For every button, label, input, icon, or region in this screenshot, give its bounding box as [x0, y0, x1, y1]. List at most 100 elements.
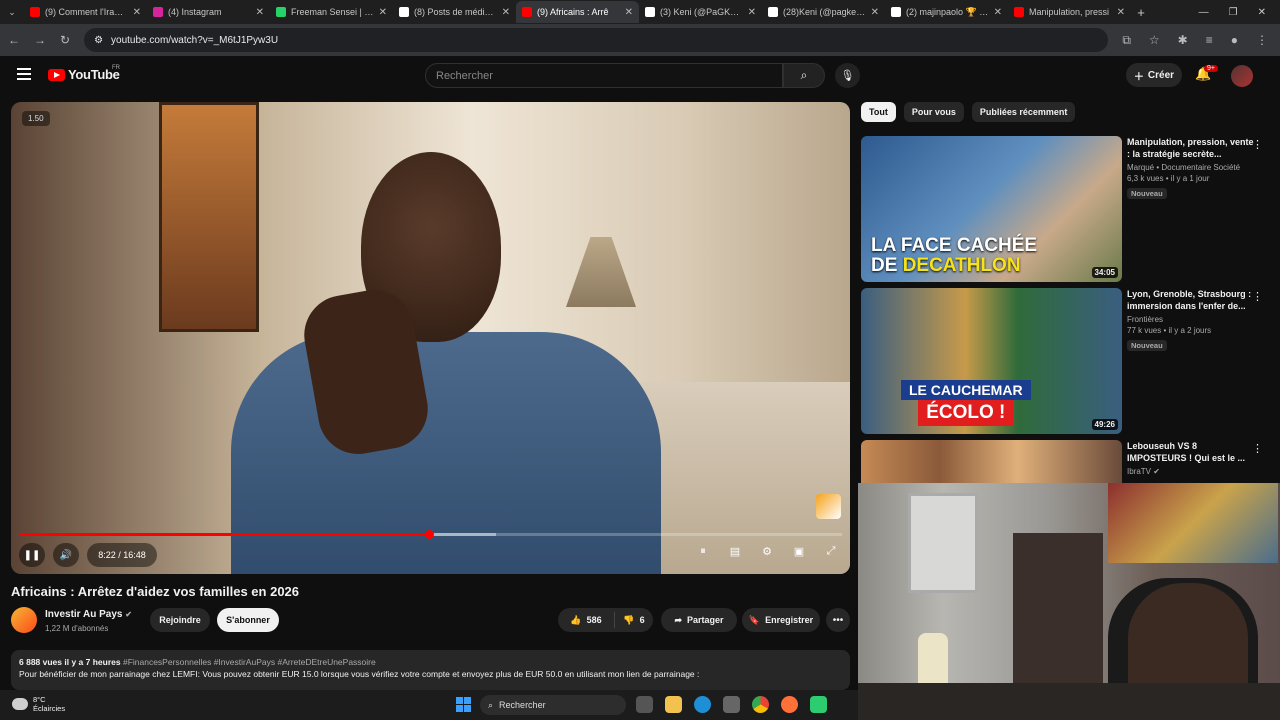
store-icon[interactable]: [723, 696, 740, 713]
tab-close-icon[interactable]: ✕: [994, 7, 1002, 18]
video-thumbnail[interactable]: [861, 440, 1122, 483]
recommendation-channel[interactable]: IbraTV ✔: [1127, 467, 1255, 476]
pause-button[interactable]: ❚❚: [19, 543, 45, 567]
browser-menu-icon[interactable]: ⋮: [1256, 33, 1268, 48]
new-tab-button[interactable]: +: [1131, 5, 1151, 20]
recommendation-title[interactable]: Manipulation, pression, vente : la strat…: [1127, 136, 1255, 160]
join-button[interactable]: Rejoindre: [150, 608, 210, 632]
create-button[interactable]: ＋ Créer: [1126, 63, 1182, 87]
recommendation-title[interactable]: Lebouseuh VS 8 IMPOSTEURS ! Qui est le .…: [1127, 440, 1255, 464]
restore-icon[interactable]: ❐: [1229, 7, 1238, 18]
browser-tab[interactable]: (28)Keni (@pagkeni) ✕: [762, 1, 885, 23]
recommendation-channel[interactable]: Frontières: [1127, 315, 1255, 324]
chip-for-you[interactable]: Pour vous: [903, 102, 964, 122]
recommendation-item[interactable]: LE CAUCHEMAR ÉCOLO ! 49:26 Lyon, Grenobl…: [861, 288, 1271, 434]
pause-icon: ❚❚: [23, 549, 41, 561]
tab-title: (3) Keni (@PaGKeni): [660, 7, 743, 17]
volume-button[interactable]: 🔊: [53, 543, 79, 567]
tab-search-icon[interactable]: ⌄: [0, 7, 24, 18]
thumbs-up-icon: 👍: [570, 614, 582, 625]
back-icon[interactable]: ←: [8, 33, 20, 47]
firefox-icon[interactable]: [781, 696, 798, 713]
youtube-logo[interactable]: YouTube: [48, 67, 120, 82]
recommendation-meta: 6,3 k vues • il y a 1 jour: [1127, 174, 1210, 183]
recommendation-item[interactable]: Lebouseuh VS 8 IMPOSTEURS ! Qui est le .…: [861, 440, 1271, 483]
fullscreen-icon[interactable]: ⤢: [822, 545, 840, 558]
recommendation-channel[interactable]: Marqué • Documentaire Société: [1127, 163, 1255, 172]
app-icon[interactable]: [810, 696, 827, 713]
account-avatar[interactable]: [1231, 65, 1253, 87]
more-vert-icon[interactable]: ⋮: [1252, 290, 1263, 303]
windows-start-icon[interactable]: [456, 697, 471, 712]
extensions-icon[interactable]: ✱: [1178, 33, 1188, 48]
tab-close-icon[interactable]: ✕: [748, 7, 756, 18]
menu-icon[interactable]: [17, 68, 31, 83]
tab-title: (9) Comment l'Iran et: [45, 7, 128, 17]
tab-close-icon[interactable]: ✕: [1117, 7, 1125, 18]
progress-bar[interactable]: [19, 530, 842, 539]
site-info-icon[interactable]: ⚙: [94, 35, 103, 46]
browser-tab[interactable]: Manipulation, pressi ✕: [1008, 1, 1131, 23]
tab-favicon-icon: [645, 7, 655, 17]
browser-tab[interactable]: (2) majinpaolo 🏆 (@ ✕: [885, 1, 1008, 23]
hashtags[interactable]: #FinancesPersonnelles #InvestirAuPays #A…: [123, 657, 376, 667]
chip-recent[interactable]: Publiées récemment: [971, 102, 1076, 122]
tab-close-icon[interactable]: ✕: [133, 7, 141, 18]
channel-name[interactable]: Investir Au Pays ✔: [45, 609, 132, 620]
weather-widget[interactable]: 8°C Éclaircies: [12, 695, 65, 713]
tab-close-icon[interactable]: ✕: [379, 7, 387, 18]
task-view-icon[interactable]: [636, 696, 653, 713]
tab-close-icon[interactable]: ✕: [871, 7, 879, 18]
subtitles-icon[interactable]: ▤: [726, 545, 744, 558]
minimize-icon[interactable]: —: [1199, 7, 1209, 18]
edge-icon[interactable]: [694, 696, 711, 713]
browser-tab[interactable]: (9) Comment l'Iran et ✕: [24, 1, 147, 23]
search-button[interactable]: ⌕: [783, 63, 825, 88]
reload-icon[interactable]: ↻: [60, 33, 70, 47]
bookmark-star-icon[interactable]: ☆: [1149, 33, 1160, 48]
url-field[interactable]: ⚙ youtube.com/watch?v=_M6tJ1Pyw3U: [84, 28, 1109, 52]
settings-gear-icon[interactable]: ⚙: [758, 545, 776, 558]
dislike-button[interactable]: 👎 6: [615, 615, 653, 626]
more-actions-button[interactable]: •••: [826, 608, 850, 632]
more-vert-icon[interactable]: ⋮: [1252, 138, 1263, 151]
browser-tab[interactable]: (9) Africains : Arrê ✕: [516, 1, 639, 23]
video-player[interactable]: 1.50 ❚❚ 🔊 8:22 / 16:48 ⏸ ▤ ⚙ ▣ ⤢: [11, 102, 850, 574]
recommendation-title[interactable]: Lyon, Grenoble, Strasbourg : immersion d…: [1127, 288, 1255, 312]
channel-avatar[interactable]: [11, 607, 37, 633]
video-thumbnail[interactable]: LA FACE CACHÉE DE DECATHLON 34:05: [861, 136, 1122, 282]
tab-close-icon[interactable]: ✕: [625, 7, 633, 18]
profile-icon[interactable]: ●: [1231, 33, 1238, 48]
file-explorer-icon[interactable]: [665, 696, 682, 713]
more-vert-icon[interactable]: ⋮: [1252, 442, 1263, 455]
tab-close-icon[interactable]: ✕: [256, 7, 264, 18]
recommendation-item[interactable]: LA FACE CACHÉE DE DECATHLON 34:05 Manipu…: [861, 136, 1271, 282]
browser-tab[interactable]: (3) Keni (@PaGKeni) ✕: [639, 1, 762, 23]
media-icon[interactable]: ≡: [1206, 33, 1213, 48]
description-box[interactable]: 6 888 vues il y a 7 heures #FinancesPers…: [11, 650, 850, 690]
autoplay-toggle-icon[interactable]: ⏸: [694, 545, 712, 558]
taskbar-search[interactable]: ⌕ Rechercher: [480, 695, 626, 715]
share-button[interactable]: ➦ Partager: [661, 608, 737, 632]
subscribe-button[interactable]: S'abonner: [217, 608, 279, 632]
channel-watermark[interactable]: [816, 494, 841, 519]
like-button[interactable]: 👍 586: [558, 612, 615, 628]
chrome-icon[interactable]: [752, 696, 769, 713]
taskbar-apps: [636, 696, 827, 713]
windows-taskbar: 8°C Éclaircies ⌕ Rechercher: [0, 690, 858, 720]
miniplayer-icon[interactable]: ▣: [790, 545, 808, 558]
save-button[interactable]: 🔖 Enregistrer: [742, 608, 820, 632]
close-icon[interactable]: ✕: [1258, 7, 1266, 18]
tab-close-icon[interactable]: ✕: [502, 7, 510, 18]
voice-search-button[interactable]: 🎙: [835, 63, 860, 88]
video-thumbnail[interactable]: LE CAUCHEMAR ÉCOLO ! 49:26: [861, 288, 1122, 434]
forward-icon[interactable]: →: [34, 33, 46, 47]
browser-tab[interactable]: (4) Instagram ✕: [147, 1, 270, 23]
plus-icon: ＋: [1133, 71, 1144, 83]
chip-all[interactable]: Tout: [861, 102, 896, 122]
search-input[interactable]: Rechercher: [425, 63, 783, 88]
install-icon[interactable]: ⧉: [1122, 33, 1131, 48]
browser-tab[interactable]: (8) Posts de médias d ✕: [393, 1, 516, 23]
progress-scrubber[interactable]: [424, 530, 434, 539]
browser-tab[interactable]: Freeman Sensei | Inst ✕: [270, 1, 393, 23]
